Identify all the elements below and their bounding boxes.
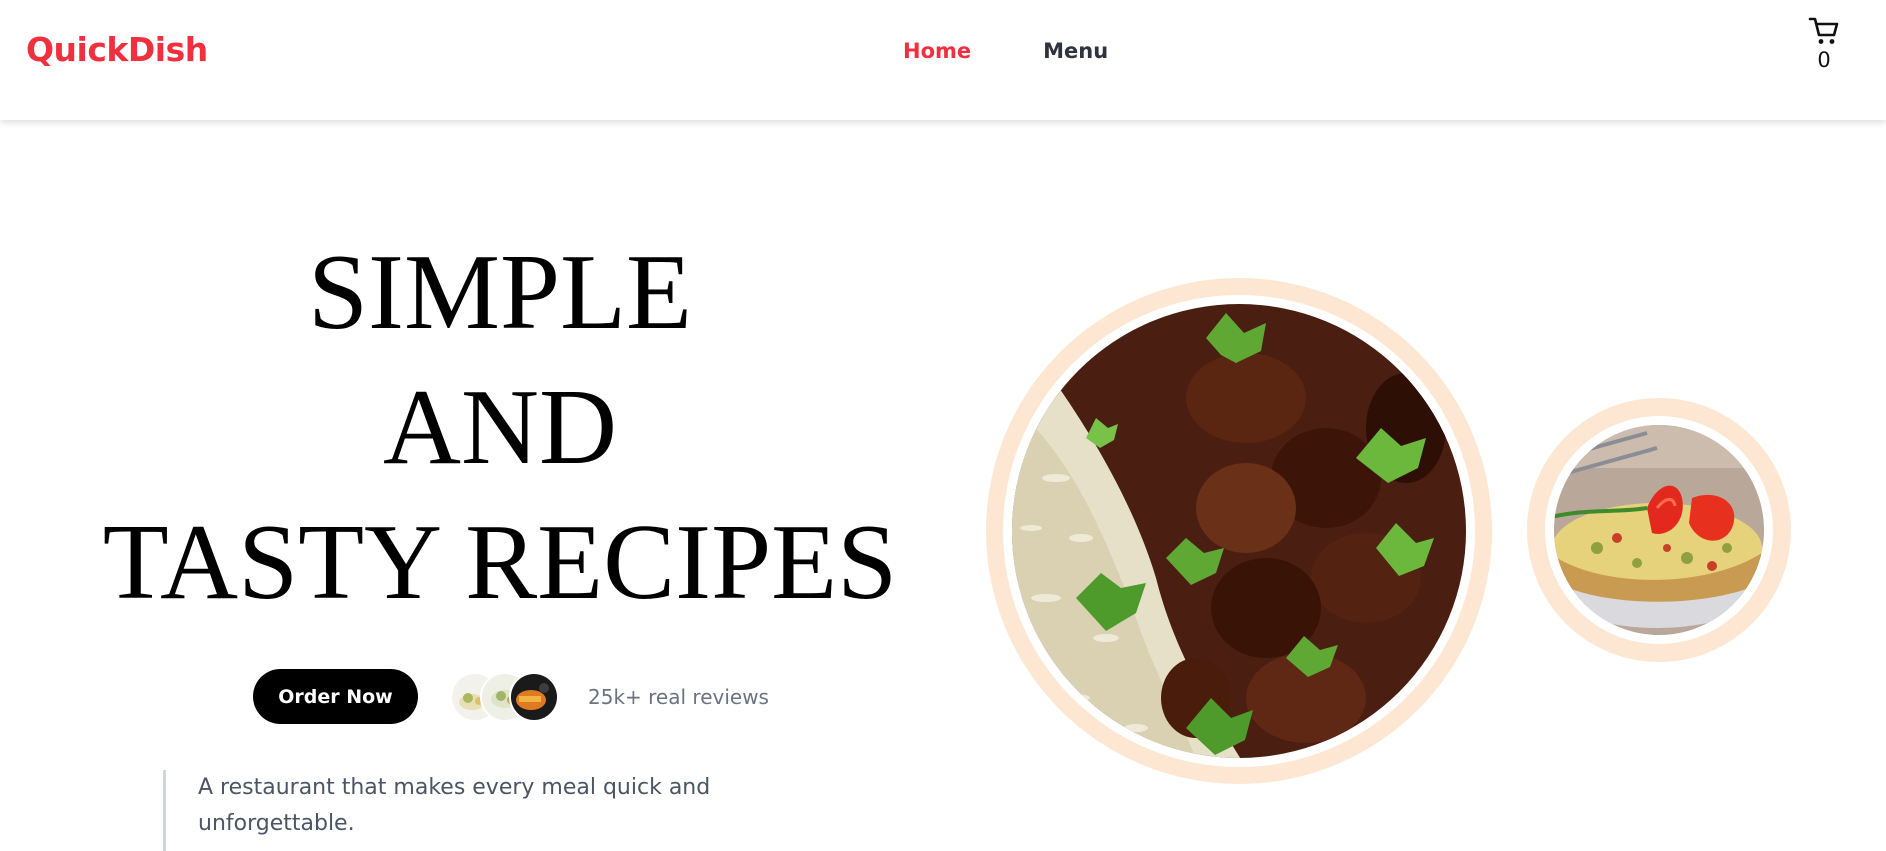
- cta-row: Order Now 25k+ real reviews: [253, 669, 769, 724]
- main-nav: Home Menu: [903, 39, 1108, 63]
- reviewer-avatars: [450, 671, 565, 722]
- cart-count: 0: [1817, 48, 1831, 72]
- order-now-button[interactable]: Order Now: [253, 669, 418, 724]
- hero-title-line: SIMPLE: [307, 233, 693, 352]
- side-dish-image: [1527, 398, 1791, 662]
- site-header: QuickDish Home Menu 0: [0, 0, 1886, 120]
- nav-menu-link[interactable]: Menu: [1043, 39, 1108, 63]
- hero-title: SIMPLE AND TASTY RECIPES: [40, 225, 960, 630]
- main-dish-image: [986, 278, 1492, 784]
- avatar: [509, 671, 559, 722]
- hero-title-line: AND: [383, 368, 617, 487]
- reviews-count-text: 25k+ real reviews: [588, 684, 769, 709]
- cart-button[interactable]: 0: [1806, 16, 1842, 72]
- logo[interactable]: QuickDish: [26, 30, 208, 69]
- nav-home-link[interactable]: Home: [903, 39, 971, 63]
- tagline: A restaurant that makes every meal quick…: [163, 770, 723, 851]
- hero-title-line: TASTY RECIPES: [102, 503, 898, 622]
- cart-icon: [1808, 17, 1839, 44]
